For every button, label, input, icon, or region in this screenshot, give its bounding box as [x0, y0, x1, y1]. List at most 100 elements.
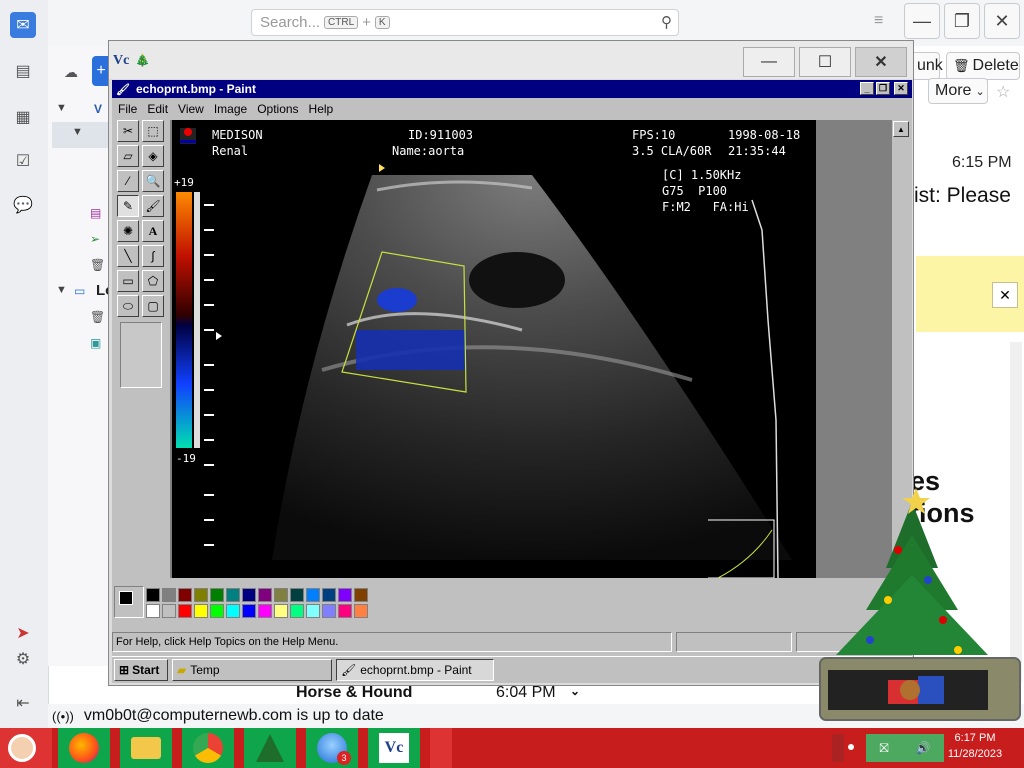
- taskbar-firefox[interactable]: [58, 728, 110, 768]
- paint-close-button[interactable]: ✕: [894, 82, 908, 95]
- scroll-up-icon[interactable]: ▲: [893, 121, 909, 137]
- star-icon[interactable]: ☆: [996, 82, 1010, 102]
- menu-image[interactable]: Image: [214, 102, 247, 116]
- palette-swatch[interactable]: [306, 604, 320, 618]
- palette-swatch[interactable]: [306, 588, 320, 602]
- eraser-icon[interactable]: ▱: [117, 145, 139, 167]
- line-icon[interactable]: ╲: [117, 245, 139, 267]
- palette-swatch[interactable]: [354, 588, 368, 602]
- search-input[interactable]: Search... CTRL + K ⚲: [251, 9, 679, 36]
- palette-swatch[interactable]: [338, 604, 352, 618]
- account-label[interactable]: V: [94, 102, 102, 116]
- more-button[interactable]: More ⌄: [928, 78, 988, 104]
- palette-swatch[interactable]: [258, 588, 272, 602]
- palette-swatch[interactable]: [146, 604, 160, 618]
- current-colors[interactable]: [114, 586, 144, 618]
- get-messages-icon[interactable]: ☁: [64, 64, 78, 81]
- inbox-row[interactable]: ▼: [52, 122, 110, 148]
- palette-swatch[interactable]: [274, 588, 288, 602]
- text-icon[interactable]: A: [142, 220, 164, 242]
- expand-icon[interactable]: ▼: [56, 284, 67, 296]
- taskbar-tree-app[interactable]: [244, 728, 296, 768]
- palette-swatch[interactable]: [226, 604, 240, 618]
- palette-swatch[interactable]: [210, 588, 224, 602]
- palette-swatch[interactable]: [322, 588, 336, 602]
- airbrush-icon[interactable]: ✺: [117, 220, 139, 242]
- junk-button[interactable]: unk: [910, 52, 943, 80]
- palette-swatch[interactable]: [242, 588, 256, 602]
- delete-button[interactable]: 🗑 Delete: [946, 52, 1020, 80]
- fill-icon[interactable]: ◈: [142, 145, 164, 167]
- vnc-restore-button[interactable]: ☐: [799, 47, 851, 77]
- network-icon[interactable]: ⛝: [879, 741, 888, 756]
- palette-swatch[interactable]: [290, 588, 304, 602]
- pencil-icon[interactable]: ✎: [117, 195, 139, 217]
- system-tray: ⛝ 🔊: [866, 734, 944, 762]
- palette-swatch[interactable]: [210, 604, 224, 618]
- paint-restore-button[interactable]: ❐: [876, 82, 890, 95]
- menu-file[interactable]: File: [118, 102, 137, 116]
- menu-view[interactable]: View: [178, 102, 204, 116]
- polygon-icon[interactable]: ⬠: [142, 270, 164, 292]
- tool-options[interactable]: [120, 322, 162, 388]
- status-text: vm0b0t@computernewb.com is up to date: [83, 707, 384, 724]
- message-date: 6:15 PM: [952, 154, 1012, 171]
- palette-swatch[interactable]: [354, 604, 368, 618]
- palette-swatch[interactable]: [258, 604, 272, 618]
- menu-help[interactable]: Help: [309, 102, 334, 116]
- palette-swatch[interactable]: [162, 588, 176, 602]
- shortcut-key-ctrl: CTRL: [324, 16, 359, 29]
- system-clock[interactable]: 6:17 PM 11/28/2023: [940, 730, 1010, 762]
- app-menu-icon[interactable]: ≡: [874, 12, 883, 30]
- vnc-close-button[interactable]: ✕: [855, 47, 907, 77]
- santa-start-button[interactable]: [0, 728, 52, 768]
- chat-icon[interactable]: 💬: [12, 194, 34, 216]
- rounded-rect-icon[interactable]: ▢: [142, 295, 164, 317]
- taskbar-explorer[interactable]: [120, 728, 172, 768]
- palette-swatch[interactable]: [226, 588, 240, 602]
- address-book-icon[interactable]: ▤: [12, 60, 34, 82]
- settings-icon[interactable]: ⚙: [12, 648, 34, 670]
- expand-icon[interactable]: ▼: [56, 102, 67, 114]
- color-picker-icon[interactable]: ⁄: [117, 170, 139, 192]
- brush-icon[interactable]: 🖌: [142, 195, 164, 217]
- menu-edit[interactable]: Edit: [147, 102, 168, 116]
- palette-swatch[interactable]: [194, 604, 208, 618]
- task-paint[interactable]: 🖌 echoprnt.bmp - Paint: [336, 659, 494, 681]
- tasks-icon[interactable]: ☑: [12, 150, 34, 172]
- close-button[interactable]: ✕: [984, 3, 1020, 39]
- palette-swatch[interactable]: [162, 604, 176, 618]
- menu-options[interactable]: Options: [257, 102, 298, 116]
- rectangle-icon[interactable]: ▭: [117, 270, 139, 292]
- calendar-icon[interactable]: ▦: [12, 106, 34, 128]
- taskbar-chrome[interactable]: [182, 728, 234, 768]
- start-button[interactable]: ⊞ Start: [114, 659, 168, 681]
- palette-swatch[interactable]: [194, 588, 208, 602]
- rect-select-icon[interactable]: ⬚: [142, 120, 164, 142]
- task-temp[interactable]: ▰ Temp: [172, 659, 332, 681]
- palette-swatch[interactable]: [178, 588, 192, 602]
- message-list-row[interactable]: Horse & Hound 6:04 PM ⌄: [296, 684, 596, 704]
- vnc-minimize-button[interactable]: —: [743, 47, 795, 77]
- palette-swatch[interactable]: [290, 604, 304, 618]
- restore-button[interactable]: ❐: [944, 3, 980, 39]
- collapse-icon[interactable]: ⇤: [12, 692, 34, 714]
- paint-minimize-button[interactable]: _: [860, 82, 874, 95]
- palette-swatch[interactable]: [178, 604, 192, 618]
- ellipse-icon[interactable]: ⬭: [117, 295, 139, 317]
- mail-icon[interactable]: ✉: [10, 12, 36, 38]
- taskbar-vnc[interactable]: Vc: [368, 728, 420, 768]
- palette-swatch[interactable]: [242, 604, 256, 618]
- show-hidden-icon[interactable]: [832, 734, 844, 762]
- curve-icon[interactable]: ∫: [142, 245, 164, 267]
- magnifier-icon[interactable]: 🔍: [142, 170, 164, 192]
- palette-swatch[interactable]: [274, 604, 288, 618]
- minimize-button[interactable]: —: [904, 3, 940, 39]
- speaker-icon[interactable]: 🔊: [916, 741, 931, 755]
- taskbar-thunderbird[interactable]: 3: [306, 728, 358, 768]
- palette-swatch[interactable]: [322, 604, 336, 618]
- palette-swatch[interactable]: [338, 588, 352, 602]
- free-select-icon[interactable]: ✂: [117, 120, 139, 142]
- palette-swatch[interactable]: [146, 588, 160, 602]
- close-icon[interactable]: ✕: [992, 282, 1018, 308]
